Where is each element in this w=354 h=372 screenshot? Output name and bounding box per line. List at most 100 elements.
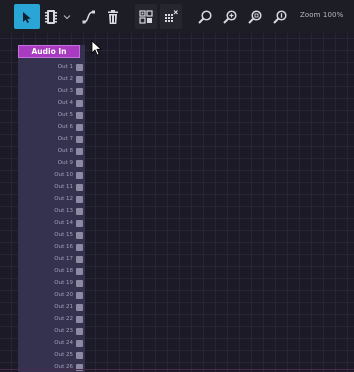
port-row: Out 21: [18, 303, 85, 313]
port-label: Out 21: [54, 304, 73, 310]
port-label: Out 8: [57, 148, 73, 154]
output-port-jack[interactable]: [76, 316, 83, 323]
port-row: Out 6: [18, 123, 85, 133]
port-row: Out 24: [18, 339, 85, 349]
port-label: Out 12: [54, 196, 73, 202]
output-port-jack[interactable]: [76, 148, 83, 155]
output-port-jack[interactable]: [76, 124, 83, 131]
clear-grid-tool-button[interactable]: [160, 4, 182, 29]
port-label: Out 24: [54, 340, 73, 346]
output-port-jack[interactable]: [76, 172, 83, 179]
port-row: Out 22: [18, 315, 85, 325]
output-port-jack[interactable]: [76, 196, 83, 203]
port-row: Out 9: [18, 159, 85, 169]
output-port-jack[interactable]: [76, 340, 83, 347]
port-label: Out 23: [54, 328, 73, 334]
port-row: Out 2: [18, 75, 85, 85]
port-label: Out 18: [54, 268, 73, 274]
group-nodes-icon: [139, 9, 153, 24]
delete-tool-button[interactable]: [104, 4, 122, 29]
zoom-level-label: Zoom 100%: [300, 11, 344, 19]
trash-icon: [108, 9, 118, 24]
port-label: Out 16: [54, 244, 73, 250]
port-row: Out 12: [18, 195, 85, 205]
patch-canvas[interactable]: Audio In Out 1 Out 2 Out 3 Out 4 Out 5 Out 6 O…: [0, 33, 354, 372]
port-label: Out 2: [57, 76, 73, 82]
output-port-jack[interactable]: [76, 100, 83, 107]
port-label: Out 11: [54, 184, 73, 190]
port-label: Out 13: [54, 208, 73, 214]
port-row: Out 10: [18, 171, 85, 181]
port-row: Out 17: [18, 255, 85, 265]
port-label: Out 20: [54, 292, 73, 298]
output-port-jack[interactable]: [76, 184, 83, 191]
output-port-jack[interactable]: [76, 220, 83, 227]
port-row: Out 8: [18, 147, 85, 157]
output-port-jack[interactable]: [76, 136, 83, 143]
zoom-reset-icon: [273, 9, 287, 24]
toolbar: Zoom 100%: [0, 0, 354, 33]
output-port-jack[interactable]: [76, 64, 83, 71]
output-port-jack[interactable]: [76, 88, 83, 95]
port-row: Out 13: [18, 207, 85, 217]
wire-tool-button[interactable]: [79, 4, 99, 29]
port-label: Out 9: [57, 160, 73, 166]
output-port-jack[interactable]: [76, 256, 83, 263]
port-label: Out 7: [57, 136, 73, 142]
port-row: Out 7: [18, 135, 85, 145]
port-label: Out 19: [54, 280, 73, 286]
output-port-jack[interactable]: [76, 232, 83, 239]
port-row: Out 16: [18, 243, 85, 253]
mouse-pointer-icon: [91, 40, 102, 60]
port-label: Out 15: [54, 232, 73, 238]
module-title[interactable]: Audio In: [18, 45, 80, 58]
grid-clear-icon: [165, 9, 178, 22]
port-row: Out 4: [18, 99, 85, 109]
port-label: Out 5: [57, 112, 73, 118]
output-port-jack[interactable]: [76, 160, 83, 167]
group-tool-button[interactable]: [135, 4, 157, 29]
output-port-jack[interactable]: [76, 112, 83, 119]
port-label: Out 22: [54, 316, 73, 322]
zoom-fit-button[interactable]: [245, 4, 265, 29]
wire-curve-icon: [82, 10, 95, 23]
port-label: Out 4: [57, 100, 73, 106]
port-row: Out 25: [18, 351, 85, 361]
port-label: Out 25: [54, 352, 73, 358]
output-port-jack[interactable]: [76, 304, 83, 311]
zoom-in-button[interactable]: [220, 4, 240, 29]
port-label: Out 6: [57, 124, 73, 130]
zoom-reset-button[interactable]: [270, 4, 290, 29]
output-port-jack[interactable]: [76, 244, 83, 251]
module-dropdown-button[interactable]: [61, 4, 73, 29]
port-row: Out 5: [18, 111, 85, 121]
output-port-jack[interactable]: [76, 352, 83, 359]
port-row: Out 26: [18, 363, 85, 372]
chip-icon: [45, 9, 57, 24]
port-row: Out 18: [18, 267, 85, 277]
port-row: Out 23: [18, 327, 85, 337]
output-port-jack[interactable]: [76, 280, 83, 287]
port-label: Out 3: [57, 88, 73, 94]
port-row: Out 11: [18, 183, 85, 193]
zoom-fit-icon: [248, 9, 262, 24]
port-label: Out 10: [54, 172, 73, 178]
output-port-jack[interactable]: [76, 328, 83, 335]
canvas-bottom-edge: [0, 369, 354, 370]
port-row: Out 20: [18, 291, 85, 301]
output-port-jack[interactable]: [76, 268, 83, 275]
port-label: Out 1: [57, 64, 73, 70]
zoom-in-icon: [223, 9, 237, 24]
output-port-jack[interactable]: [76, 208, 83, 215]
audio-in-module[interactable]: Audio In Out 1 Out 2 Out 3 Out 4 Out 5 Out 6 O…: [18, 45, 85, 372]
chevron-down-icon: [63, 14, 71, 19]
arrow-cursor-icon: [23, 11, 31, 23]
output-port-jack[interactable]: [76, 76, 83, 83]
zoom-out-button[interactable]: [195, 4, 215, 29]
port-row: Out 3: [18, 87, 85, 97]
module-tool-button[interactable]: [42, 4, 60, 29]
select-tool-button[interactable]: [14, 4, 40, 29]
port-label: Out 17: [54, 256, 73, 262]
output-port-jack[interactable]: [76, 292, 83, 299]
port-row: Out 14: [18, 219, 85, 229]
